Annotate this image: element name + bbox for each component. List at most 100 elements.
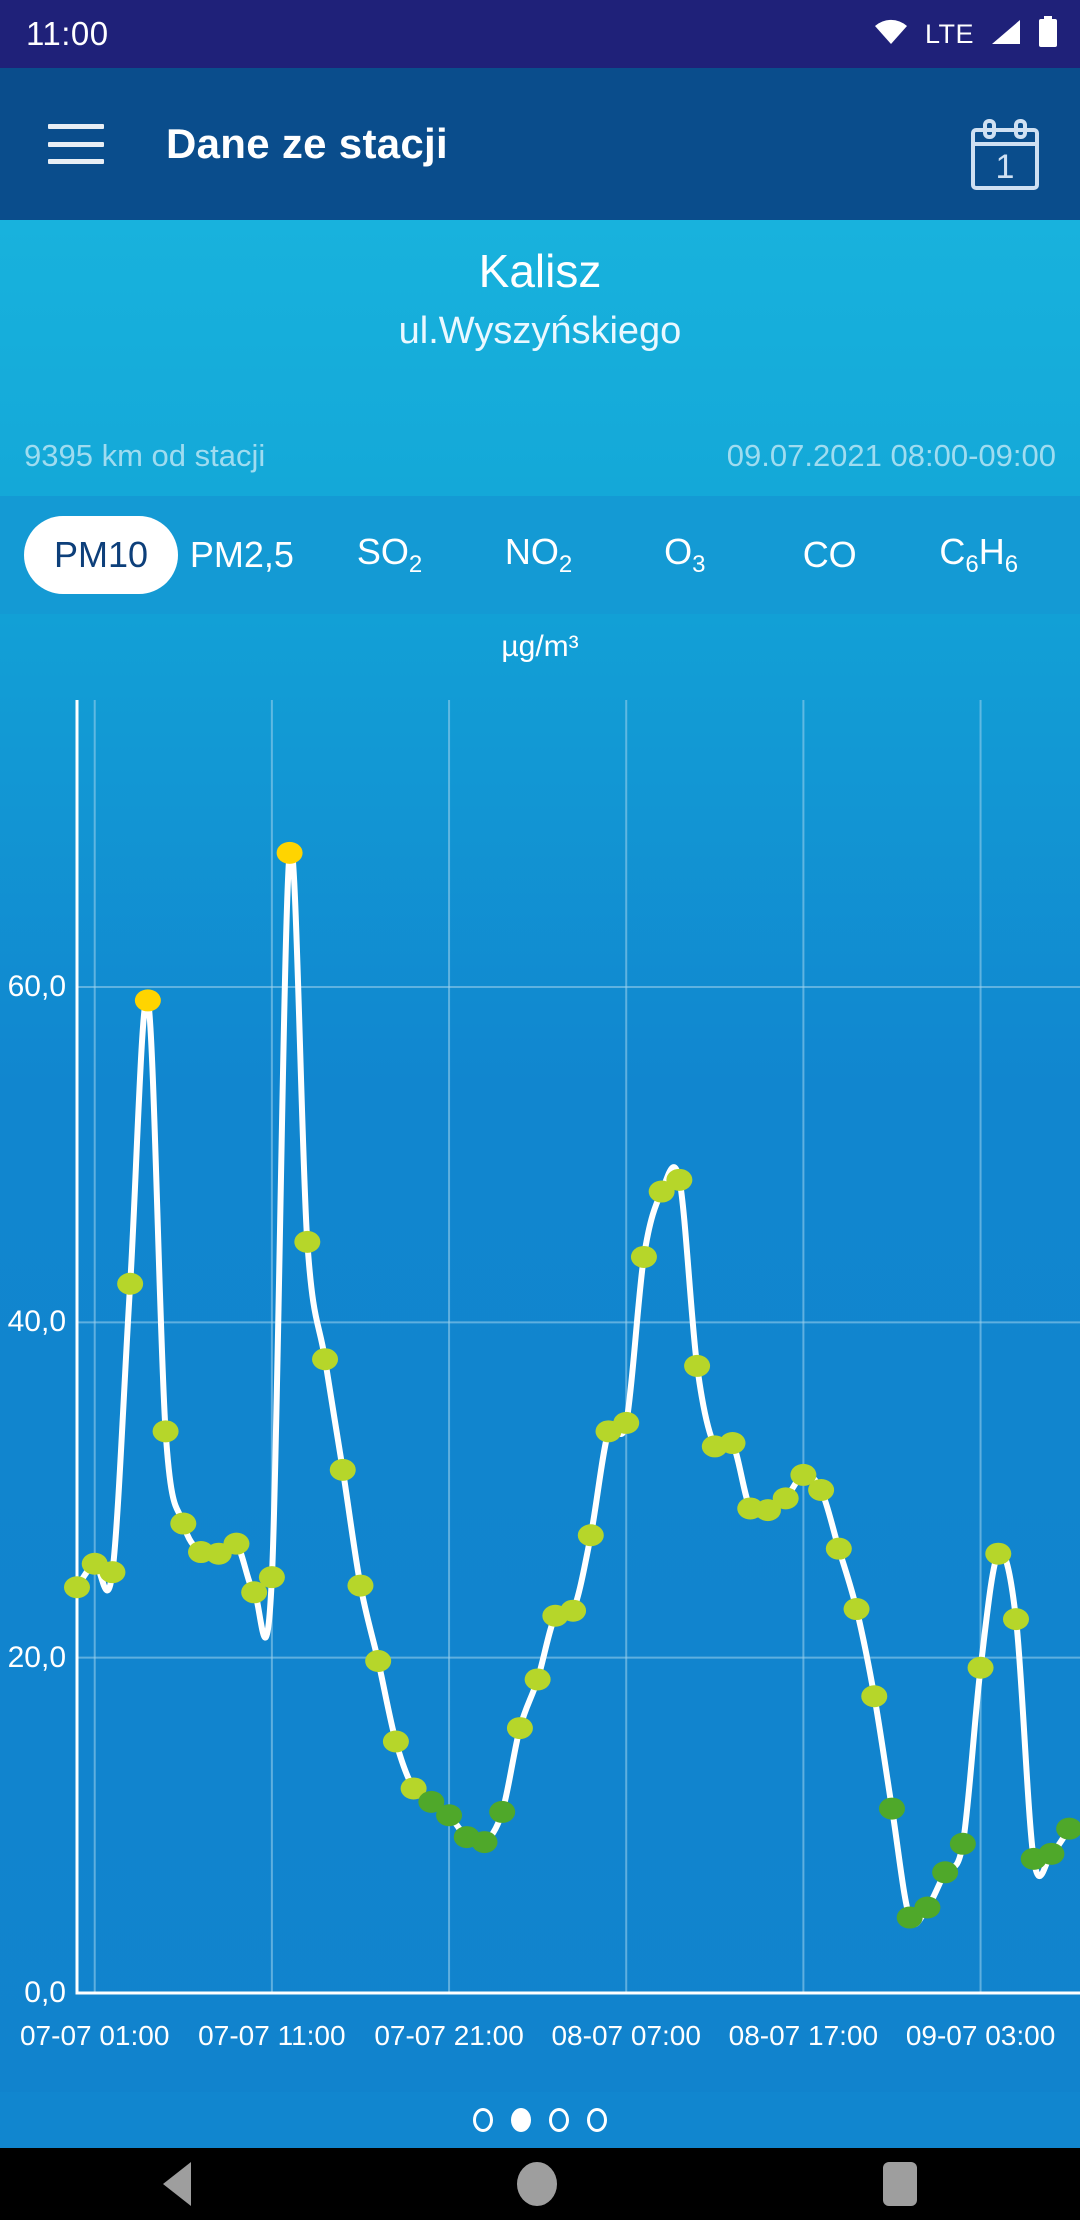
chart-data-point[interactable] [312, 1348, 339, 1371]
back-triangle-icon[interactable] [163, 2162, 191, 2206]
wifi-icon [873, 18, 909, 51]
tab-label-sub: 2 [558, 551, 573, 579]
pm10-line-chart[interactable] [0, 614, 1080, 2092]
chart-data-point[interactable] [134, 989, 161, 1012]
page-indicator-dot[interactable] [511, 2108, 531, 2132]
tab-label-sub: 3 [692, 551, 706, 579]
chart-axes [75, 700, 1080, 1995]
status-bar: 11:00 LTE [0, 0, 1080, 68]
page-indicator-dot[interactable] [473, 2108, 493, 2132]
calendar-day-number: 1 [996, 148, 1015, 186]
chart-data-point[interactable] [382, 1730, 409, 1753]
chart-data-point[interactable] [967, 1656, 994, 1679]
battery-icon [1038, 15, 1058, 53]
hamburger-menu-icon[interactable] [48, 124, 104, 164]
chart-y-tick-label: 40,0 [7, 1305, 66, 1339]
app-bar: Dane ze stacji 1 [0, 68, 1080, 220]
home-circle-icon[interactable] [517, 2162, 557, 2206]
chart-data-point[interactable] [347, 1574, 374, 1597]
chart-data-point[interactable] [560, 1599, 587, 1622]
chart-data-point[interactable] [365, 1650, 392, 1673]
chart-data-point[interactable] [1038, 1842, 1065, 1865]
chart-data-point[interactable] [825, 1537, 852, 1560]
tab-pm25[interactable]: PM2,5 [190, 534, 294, 576]
chart-data-point[interactable] [666, 1168, 693, 1191]
page-title: Dane ze stacji [166, 120, 448, 167]
chart-data-point[interactable] [719, 1432, 746, 1455]
chart-data-point[interactable] [489, 1800, 516, 1823]
chart-data-point[interactable] [985, 1542, 1012, 1565]
chart-data-point[interactable] [294, 1230, 321, 1253]
chart-x-tick-label: 07-07 01:00 [19, 2020, 170, 2051]
chart-data-point[interactable] [258, 1566, 285, 1589]
chart-data-point[interactable] [772, 1487, 799, 1510]
tab-co[interactable]: CO [803, 534, 857, 576]
tab-c6[interactable]: C6H6 [939, 531, 1018, 579]
chart-y-axis-labels: 0,0 20,0 40,0 60,0 [0, 614, 66, 2092]
chart-x-tick-label: 07-07 21:00 [374, 2020, 524, 2051]
tab-label: NO [504, 530, 559, 572]
tab-label: CO [802, 534, 857, 575]
chart-data-point[interactable] [932, 1861, 959, 1884]
calendar-icon[interactable]: 1 [968, 118, 1042, 194]
chart-data-point[interactable] [808, 1479, 835, 1501]
chart-data-point[interactable] [878, 1797, 905, 1820]
page-indicator-dot[interactable] [549, 2108, 569, 2132]
chart-data-point[interactable] [329, 1458, 356, 1481]
status-bar-clock: 11:00 [26, 15, 109, 52]
tab-pm10[interactable]: PM10 [24, 516, 179, 594]
chart-data-point[interactable] [506, 1717, 533, 1740]
tab-o3[interactable]: O3 [664, 531, 705, 579]
recents-square-icon[interactable] [883, 2162, 917, 2206]
tab-label-sub: 2 [408, 551, 423, 579]
chart-y-tick-label: 20,0 [7, 1640, 66, 1674]
chart-data-point[interactable] [684, 1354, 711, 1377]
station-header: Kalisz ul.Wyszyńskiego 9395 km od stacji… [0, 220, 1080, 496]
android-nav-bar [0, 2148, 1080, 2220]
chart-data-point[interactable] [276, 841, 303, 864]
chart-data-point[interactable] [117, 1272, 144, 1295]
tab-label: SO [356, 530, 409, 572]
chart-y-tick-label: 0,0 [24, 1976, 66, 2009]
tab-label: PM10 [54, 534, 149, 575]
tab-so2[interactable]: SO2 [357, 531, 422, 579]
network-type-label: LTE [924, 18, 974, 49]
chart-data-point[interactable] [843, 1598, 870, 1621]
chart-x-tick-label: 07-07 11:00 [198, 2020, 346, 2051]
station-name: Kalisz [478, 245, 602, 297]
phone-screen: 11:00 LTE Dane ze stacji 1 Kalisz ul.Wys… [0, 0, 1080, 2220]
chart-data-point[interactable] [1002, 1608, 1029, 1631]
chart-data-point[interactable] [524, 1668, 551, 1691]
chart-data-point[interactable] [64, 1576, 90, 1599]
pollutant-tab-bar: PM10 PM2,5 SO2 NO2 O3 CO C6H6 [0, 496, 1080, 614]
chart-y-tick-label: 60,0 [7, 970, 66, 1003]
chart-data-point[interactable] [1056, 1817, 1080, 1840]
tab-label: C [939, 530, 966, 572]
status-bar-icons: LTE [873, 15, 1058, 53]
chart-x-tick-label: 09-07 03:00 [905, 2020, 1056, 2051]
chart-data-point[interactable] [577, 1524, 604, 1547]
chart-data-point[interactable] [471, 1831, 498, 1854]
chart-data-point[interactable] [152, 1420, 179, 1443]
tab-label-sub: 6 [965, 551, 979, 579]
page-indicator-dot[interactable] [587, 2108, 607, 2132]
tab-label-2: H [978, 530, 1005, 572]
chart-data-point[interactable] [914, 1896, 941, 1919]
chart-data-point[interactable] [170, 1512, 197, 1535]
chart-data-point[interactable] [949, 1832, 976, 1855]
chart-data-point[interactable] [630, 1245, 657, 1268]
station-meta: 9395 km od stacji 09.07.2021 08:00-09:00 [0, 438, 1080, 474]
chart-data-point[interactable] [99, 1561, 126, 1584]
tab-label: O [664, 530, 693, 572]
tab-label: PM2,5 [189, 534, 294, 575]
chart-data-point[interactable] [223, 1532, 250, 1555]
chart-data-point[interactable] [436, 1804, 463, 1827]
chart-data-point[interactable] [613, 1411, 640, 1434]
chart-line [74, 844, 1073, 1927]
tab-no2[interactable]: NO2 [505, 531, 572, 579]
station-datetime-range: 09.07.2021 08:00-09:00 [726, 438, 1056, 473]
chart-x-axis-labels: 07-07 01:00 07-07 11:00 07-07 21:00 08-07 0… [0, 2020, 1080, 2076]
page-indicator[interactable] [0, 2092, 1080, 2148]
chart-data-point[interactable] [861, 1685, 888, 1708]
chart-x-tick-label: 08-07 07:00 [551, 2020, 701, 2051]
